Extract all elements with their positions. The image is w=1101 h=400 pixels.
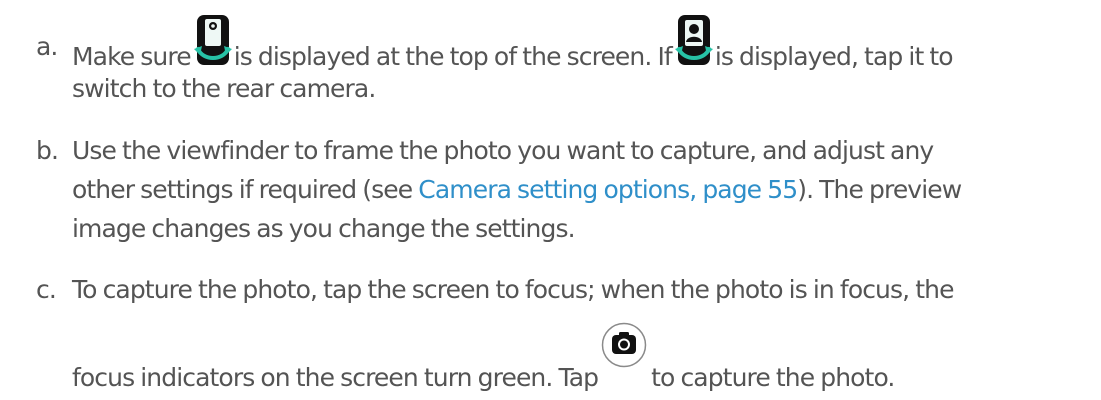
step-text: is displayed at the top of the screen. I… (233, 42, 673, 71)
front-camera-switch-icon (674, 15, 713, 69)
step-b-line-2: other settings if required (see Camera s… (72, 174, 962, 206)
step-text: to capture the photo. (651, 363, 895, 392)
step-marker: b. (36, 136, 59, 165)
step-b-line-1: Use the viewfinder to frame the photo yo… (72, 136, 934, 165)
step-a-line-1: Make sure is displayed at the top of the… (72, 15, 954, 73)
step-text: focus indicators on the screen turn gree… (72, 363, 599, 392)
capture-photo-icon (601, 322, 651, 386)
step-text: ). The preview (797, 175, 962, 204)
step-text: Make sure (72, 42, 192, 71)
step-marker: a. (36, 32, 58, 61)
step-c-line-1: To capture the photo, tap the screen to … (72, 275, 954, 304)
step-marker: c. (36, 275, 57, 304)
rear-camera-switch-icon (193, 15, 232, 69)
instruction-steps: a. Make sure is displayed at the top of … (0, 0, 1101, 400)
camera-setting-options-link[interactable]: Camera setting options, page 55 (418, 175, 798, 204)
step-b-line-3: image changes as you change the settings… (72, 214, 576, 243)
step-text: is displayed, tap it to (714, 42, 954, 71)
step-c-line-2: focus indicators on the screen turn gree… (72, 322, 895, 394)
step-text: other settings if required (see (72, 175, 413, 204)
step-a-line-2: switch to the rear camera. (72, 74, 376, 103)
